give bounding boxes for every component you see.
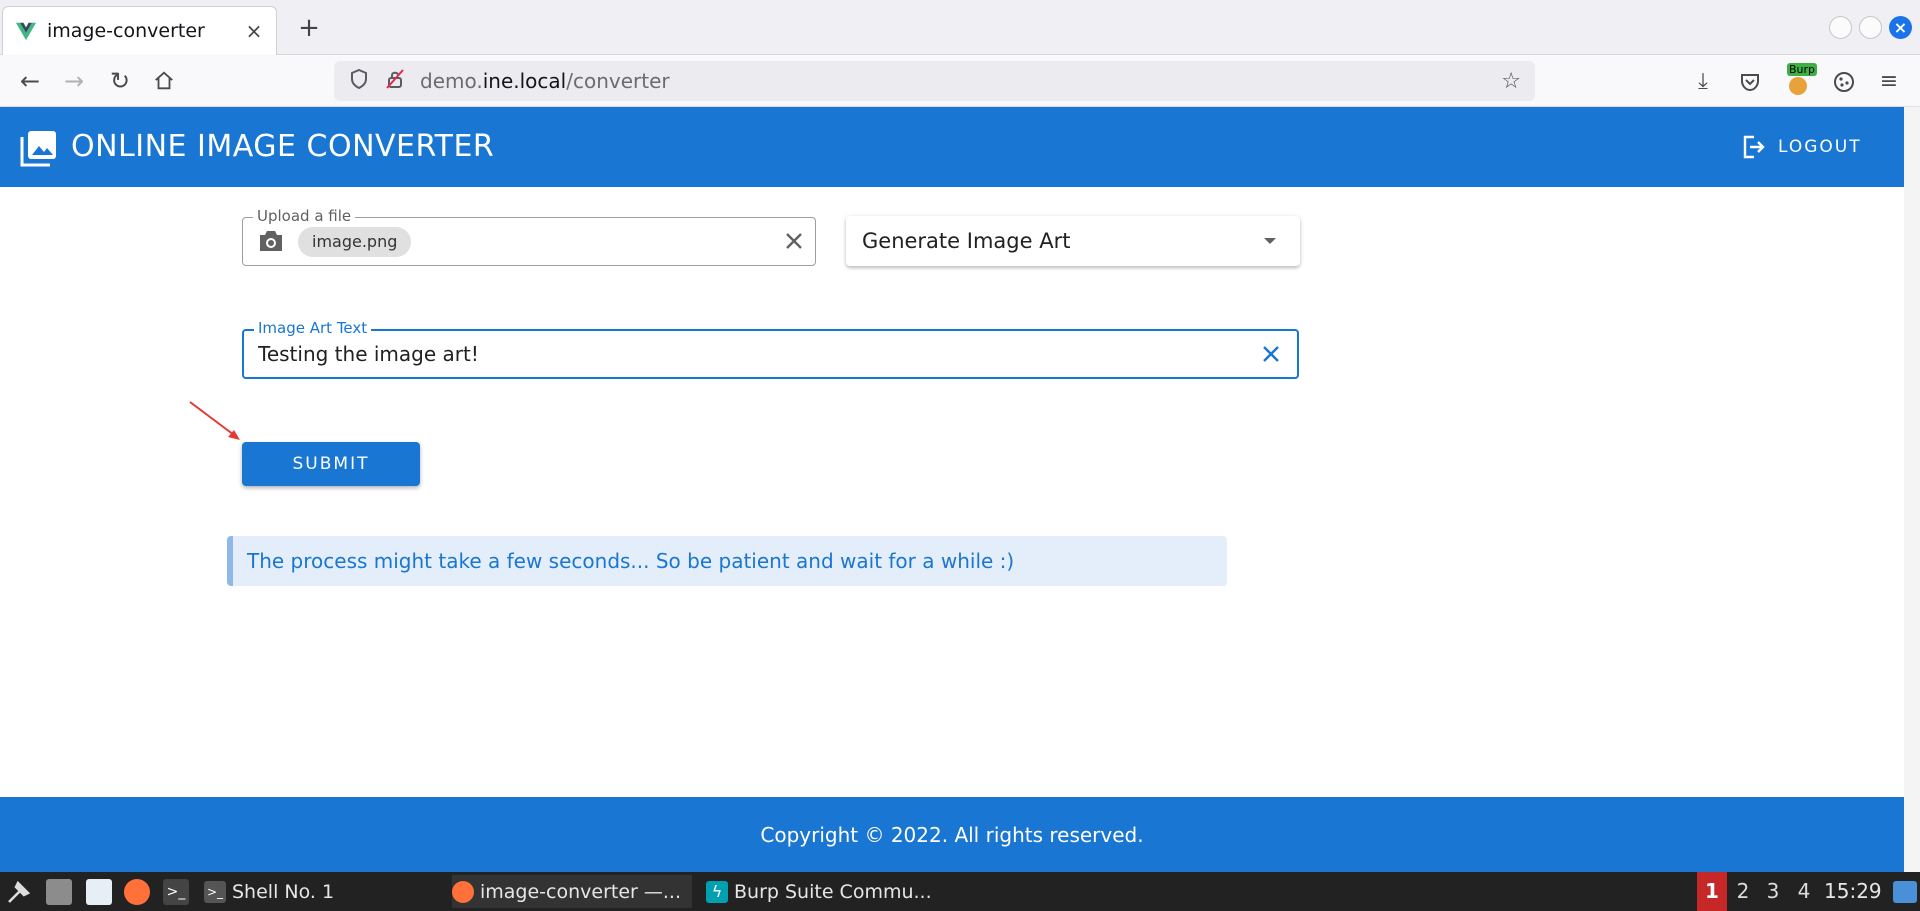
back-arrow-icon[interactable]: ←	[14, 65, 46, 97]
url-bar[interactable]: demo.ine.local/converter ☆	[334, 61, 1535, 101]
new-tab-button[interactable]: +	[292, 12, 326, 46]
bookmark-star-icon[interactable]: ☆	[1501, 69, 1521, 94]
select-value: Generate Image Art	[862, 229, 1071, 253]
conversion-type-select[interactable]: Generate Image Art	[846, 216, 1300, 266]
window-maximize-button[interactable]	[1859, 16, 1882, 39]
image-art-text-field[interactable]: Image Art Text	[242, 319, 1299, 379]
alert-text: The process might take a few seconds... …	[247, 549, 1015, 573]
window-close-button[interactable]: ×	[1889, 16, 1912, 39]
clear-text-icon[interactable]	[1260, 343, 1282, 365]
taskbar-task-shell[interactable]: >_ Shell No. 1	[204, 875, 444, 908]
browser-navbar: ← → ↻ demo.ine.local/converter ☆ ⤓ Burp …	[0, 55, 1920, 107]
logout-label: LOGOUT	[1778, 137, 1862, 157]
file-upload-field[interactable]: Upload a file image.png	[242, 207, 816, 266]
firefox-icon	[452, 880, 474, 903]
tab-close-icon[interactable]: ×	[244, 19, 264, 43]
submit-button[interactable]: SUBMIT	[242, 442, 420, 486]
file-chip[interactable]: image.png	[298, 227, 412, 257]
image-multiple-icon	[20, 131, 56, 167]
app-title: ONLINE IMAGE CONVERTER	[71, 129, 495, 164]
insecure-lock-icon[interactable]	[384, 68, 406, 94]
cookie-extension-icon[interactable]	[1829, 67, 1859, 97]
page-scrollbar[interactable]	[1904, 107, 1920, 872]
image-art-text-input[interactable]	[256, 339, 1236, 369]
terminal-icon: >_	[204, 880, 226, 903]
window-minimize-button[interactable]	[1829, 16, 1852, 39]
app-footer: Copyright © 2022. All rights reserved.	[0, 797, 1904, 872]
menu-hamburger-icon[interactable]: ≡	[1874, 67, 1904, 97]
terminal-launcher-icon[interactable]: >_	[163, 879, 189, 905]
logout-icon	[1743, 135, 1765, 159]
app-main: Upload a file image.png Generate Image A…	[0, 187, 1904, 797]
taskbar-clock: 15:29	[1824, 879, 1882, 903]
footer-text: Copyright © 2022. All rights reserved.	[760, 822, 1144, 847]
tab-image-converter[interactable]: image-converter ×	[2, 6, 277, 55]
os-taskbar: >_ >_ Shell No. 1 image-converter —... ϟ…	[0, 872, 1920, 911]
workspace-2[interactable]: 2	[1728, 872, 1758, 911]
logout-button[interactable]: LOGOUT	[1740, 127, 1870, 167]
red-arrow-annotation-icon	[189, 401, 240, 440]
text-editor-icon[interactable]	[86, 879, 112, 905]
workspace-1[interactable]: 1	[1697, 872, 1727, 911]
file-manager-icon[interactable]	[46, 879, 72, 905]
downloads-icon[interactable]: ⤓	[1688, 67, 1718, 97]
clear-file-icon[interactable]	[783, 230, 805, 252]
home-icon[interactable]	[148, 65, 180, 97]
firefox-launcher-icon[interactable]	[124, 879, 150, 905]
app-header: ONLINE IMAGE CONVERTER LOGOUT	[0, 107, 1904, 187]
burp-extension-icon[interactable]: Burp	[1785, 63, 1818, 95]
camera-icon[interactable]	[257, 228, 285, 254]
info-alert: The process might take a few seconds... …	[227, 536, 1227, 586]
dropdown-caret-icon[interactable]	[1264, 238, 1276, 244]
browser-tabstrip: image-converter × + ×	[0, 0, 1920, 55]
forward-arrow-icon[interactable]: →	[58, 65, 90, 97]
upload-label: Upload a file	[253, 207, 356, 225]
tab-title: image-converter	[47, 20, 205, 42]
image-art-text-label: Image Art Text	[254, 319, 372, 337]
notification-icon[interactable]	[1893, 881, 1917, 903]
taskbar-task-firefox[interactable]: image-converter —...	[452, 875, 692, 908]
shield-icon[interactable]	[348, 68, 370, 94]
vue-favicon-icon	[15, 22, 37, 41]
reload-icon[interactable]: ↻	[104, 65, 136, 97]
burp-suite-icon: ϟ	[706, 880, 728, 903]
taskbar-task-burp[interactable]: ϟ Burp Suite Commu...	[706, 875, 946, 908]
workspace-4[interactable]: 4	[1789, 872, 1819, 911]
pocket-icon[interactable]	[1735, 67, 1765, 97]
app-menu-icon[interactable]	[6, 879, 32, 905]
url-text[interactable]: demo.ine.local/converter	[420, 69, 1501, 93]
workspace-3[interactable]: 3	[1758, 872, 1788, 911]
